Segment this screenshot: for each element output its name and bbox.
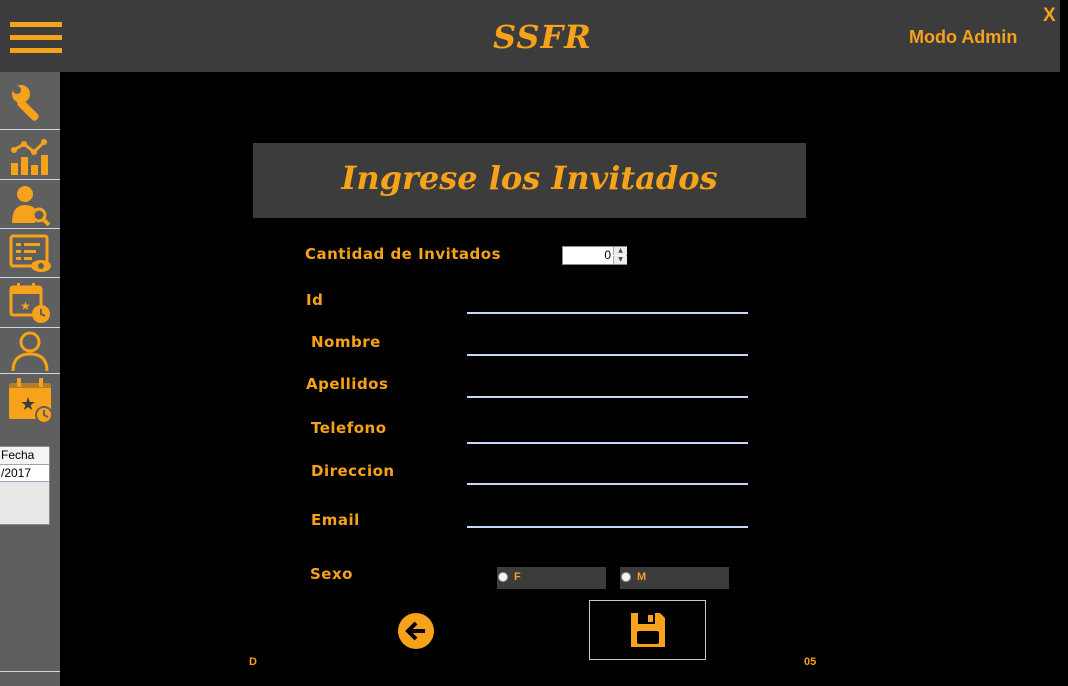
direccion-label: Direccion	[311, 462, 395, 480]
sidebar-item-statistics[interactable]	[0, 130, 60, 180]
nombre-field[interactable]	[467, 330, 748, 356]
calendar-clock-icon: ★	[9, 283, 50, 323]
sexo-label: Sexo	[310, 565, 353, 583]
cantidad-value[interactable]: 0	[563, 247, 611, 264]
radio-icon[interactable]	[621, 572, 631, 582]
decrement-icon[interactable]: ▼	[613, 256, 627, 264]
form-header: Ingrese los Invitados	[253, 143, 806, 218]
sexo-radio-f[interactable]: F	[497, 567, 606, 589]
sidebar-item-schedule[interactable]: ★	[0, 278, 60, 328]
date-table-header: Fecha	[0, 447, 49, 465]
cantidad-stepper[interactable]: 0 ▲ ▼	[562, 246, 627, 265]
wrench-icon	[10, 82, 46, 121]
telefono-field[interactable]	[467, 418, 748, 444]
sidebar-item-events[interactable]: ★	[0, 376, 60, 426]
close-button[interactable]: X	[1043, 5, 1056, 27]
direccion-field[interactable]	[467, 459, 748, 485]
apellidos-label: Apellidos	[306, 375, 389, 393]
app-title: SSFR	[493, 18, 592, 56]
user-icon	[11, 331, 49, 372]
email-field[interactable]	[467, 502, 748, 528]
sidebar-item-list-view[interactable]	[0, 229, 60, 279]
back-button[interactable]	[398, 613, 434, 649]
mode-label: Modo Admin	[909, 27, 1018, 47]
svg-text:★: ★	[20, 299, 31, 313]
partial-text-right: 05	[804, 656, 817, 668]
app-window: SSFR Modo Admin X ★ ★ Fecha /2017 Ingres…	[0, 0, 1068, 686]
id-field[interactable]	[467, 288, 748, 314]
table-row[interactable]: /2017	[0, 465, 49, 482]
radio-label-f: F	[514, 571, 521, 583]
partial-text-left: D	[249, 656, 257, 668]
form-title: Ingrese los Invitados	[341, 159, 718, 197]
save-button[interactable]	[589, 600, 706, 660]
floppy-disk-icon	[630, 613, 665, 647]
id-label: Id	[306, 291, 324, 309]
increment-icon[interactable]: ▲	[613, 247, 627, 255]
cantidad-label: Cantidad de Invitados	[305, 245, 502, 263]
sexo-radio-m[interactable]: M	[620, 567, 729, 589]
sidebar-item-user-search[interactable]	[0, 180, 60, 230]
sidebar-item-user[interactable]	[0, 326, 60, 376]
statistics-icon	[11, 139, 48, 175]
apellidos-field[interactable]	[467, 372, 748, 398]
sidebar-item-settings[interactable]	[0, 78, 60, 128]
email-label: Email	[311, 511, 360, 529]
user-search-icon	[12, 186, 51, 227]
sidebar: ★ ★ Fecha /2017	[0, 72, 60, 686]
radio-icon[interactable]	[498, 572, 508, 582]
nombre-label: Nombre	[311, 333, 381, 351]
arrow-left-icon	[405, 621, 425, 641]
telefono-label: Telefono	[311, 419, 387, 437]
menu-icon[interactable]	[10, 22, 62, 54]
radio-label-m: M	[637, 571, 647, 583]
event-calendar-icon: ★	[9, 378, 53, 424]
svg-text:★: ★	[20, 394, 36, 415]
top-bar: SSFR Modo Admin	[0, 0, 1060, 72]
date-table[interactable]: Fecha /2017	[0, 446, 50, 525]
list-view-icon	[9, 234, 51, 272]
